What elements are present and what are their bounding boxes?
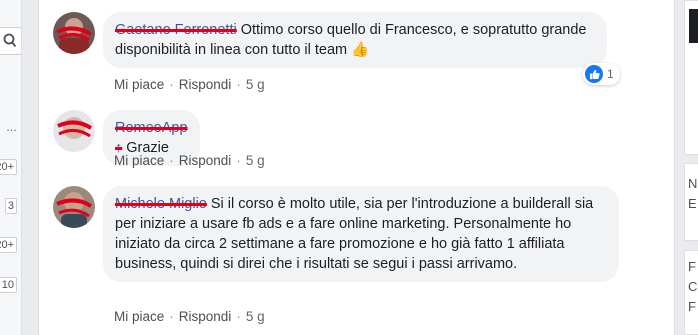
separator-dot: ·: [236, 77, 241, 92]
right-card-letter: C: [688, 279, 698, 294]
comment-time[interactable]: 5 g: [246, 77, 265, 92]
separator-dot: ·: [236, 153, 241, 168]
search-box[interactable]: [0, 27, 21, 55]
thumbs-up-emoji: 👍: [351, 42, 370, 58]
right-card-letter: F: [688, 259, 696, 274]
separator-dot: ·: [169, 153, 174, 168]
right-card-letter: E: [688, 196, 697, 211]
avatar[interactable]: [53, 12, 95, 54]
left-badge-1[interactable]: 20+: [0, 159, 17, 175]
comments-feed: Gaetano Ferronetti Ottimo corso quello di…: [38, 0, 675, 335]
comment-bubble: Michele Miglio Si il corso è molto utile,…: [103, 186, 619, 282]
comment-actions: Mi piace · Rispondi · 5 g: [114, 77, 265, 92]
search-icon: [3, 33, 17, 48]
comment-actions: Mi piace · Rispondi · 5 g: [114, 153, 265, 168]
left-badge-4[interactable]: 10: [0, 277, 17, 293]
right-card-letter: F: [688, 299, 696, 314]
avatar[interactable]: [53, 110, 95, 152]
left-truncated-text: …: [6, 122, 17, 134]
comment-actions: Mi piace · Rispondi · 5 g: [114, 309, 265, 324]
right-sidebar: N E F C F: [684, 0, 698, 335]
like-reaction-icon: [585, 65, 603, 83]
comment-bubble: Gaetano Ferronetti Ottimo corso quello di…: [103, 12, 607, 68]
comment-author[interactable]: Michele Miglio: [115, 196, 207, 212]
comment-time[interactable]: 5 g: [246, 309, 265, 324]
reply-link[interactable]: Rispondi: [179, 153, 232, 168]
like-link[interactable]: Mi piace: [114, 77, 164, 92]
comment-author[interactable]: Gaetano Ferronetti: [115, 22, 237, 38]
separator-dot: ·: [169, 309, 174, 324]
right-card-letter: N: [688, 176, 698, 191]
left-sidebar: … 20+ 3 20+ 10: [0, 0, 22, 335]
left-badge-2[interactable]: 3: [4, 198, 17, 214]
like-link[interactable]: Mi piace: [114, 153, 164, 168]
right-card-top: [684, 0, 698, 155]
reply-link[interactable]: Rispondi: [179, 77, 232, 92]
separator-dot: ·: [236, 309, 241, 324]
reaction-number: 1: [607, 67, 614, 81]
right-card-image: [689, 9, 698, 43]
separator-dot: ·: [169, 77, 174, 92]
right-card-middle: N E: [684, 163, 698, 241]
reply-link[interactable]: Rispondi: [179, 309, 232, 324]
like-link[interactable]: Mi piace: [114, 309, 164, 324]
reaction-count[interactable]: 1: [583, 63, 620, 85]
avatar[interactable]: [53, 186, 95, 228]
right-card-bottom: F C F: [684, 250, 698, 335]
left-badge-3[interactable]: 20+: [0, 237, 17, 253]
comment-time[interactable]: 5 g: [246, 153, 265, 168]
